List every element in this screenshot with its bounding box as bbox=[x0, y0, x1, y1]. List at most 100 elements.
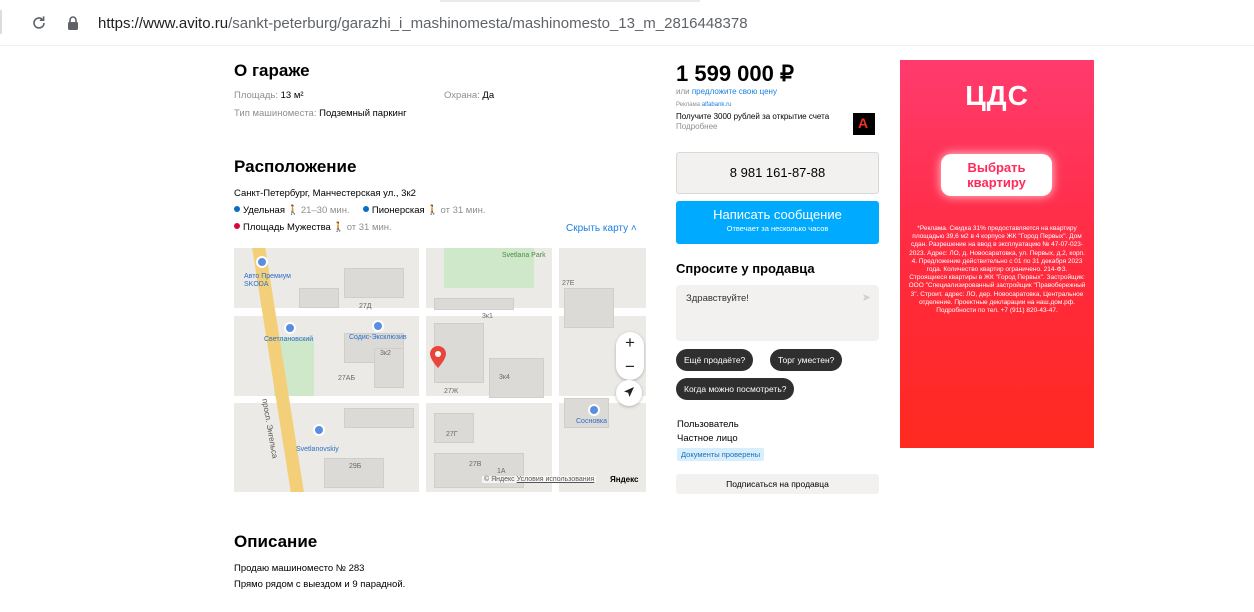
house-number: 27Г bbox=[446, 431, 458, 438]
banner-cta-button[interactable]: Выбрать квартиру bbox=[941, 154, 1052, 196]
road bbox=[419, 248, 426, 492]
zoom-in-button[interactable]: + bbox=[616, 332, 644, 356]
price: 1 599 000 ₽ bbox=[676, 61, 794, 86]
building bbox=[564, 288, 614, 328]
house-number: 27Е bbox=[562, 280, 575, 287]
metro-line-dot bbox=[362, 206, 369, 212]
area-label: Площадь: bbox=[234, 90, 278, 101]
yandex-logo: Яндекс bbox=[610, 475, 639, 484]
map-label-svetlanovskiy: Svetlanovskiy bbox=[296, 446, 339, 453]
location-title: Расположение bbox=[234, 157, 357, 176]
house-number: 3к2 bbox=[380, 350, 391, 357]
metro-line-dot bbox=[234, 206, 240, 212]
metro-line-dot bbox=[234, 223, 240, 229]
metro-time: от 31 мин. bbox=[346, 222, 392, 233]
subscribe-button[interactable]: Подписаться на продавца bbox=[676, 474, 879, 494]
building bbox=[489, 358, 544, 398]
store-poi-icon bbox=[588, 404, 600, 416]
quick-question-chip[interactable]: Когда можно посмотреть? bbox=[676, 378, 795, 400]
write-message-button[interactable]: Написать сообщение Отвечает за несколько… bbox=[676, 201, 879, 244]
road bbox=[552, 248, 559, 492]
store-poi-icon bbox=[372, 320, 384, 332]
terms-link[interactable]: Условия использования bbox=[517, 476, 595, 483]
map-label-sosnovka: Сосновка bbox=[576, 418, 608, 425]
walk-icon: 🚶 bbox=[332, 222, 345, 233]
location-pin-icon bbox=[430, 346, 446, 368]
house-number: 27В bbox=[469, 461, 482, 468]
zoom-control: + − bbox=[616, 332, 644, 380]
poi-icon bbox=[313, 424, 325, 436]
metro-row-1: Удельная 🚶 21–30 мин. Пионерская 🚶 от 31 мин… bbox=[234, 205, 486, 216]
geolocation-button[interactable] bbox=[616, 380, 642, 406]
area-row: Площадь: 13 м² bbox=[234, 90, 304, 101]
garage-title: О гараже bbox=[234, 61, 310, 80]
write-message-label: Написать сообщение bbox=[713, 207, 842, 222]
url-path: /sankt-peterburg/garazhi_i_mashinomesta/… bbox=[228, 15, 748, 32]
store-poi-icon bbox=[284, 322, 296, 334]
lock-icon[interactable] bbox=[66, 15, 80, 31]
write-message-sub: Отвечает за несколько часов bbox=[726, 224, 829, 233]
hide-map-link[interactable]: Скрыть карту ˄ bbox=[566, 223, 637, 234]
metro-name: Удельная bbox=[243, 205, 285, 216]
map[interactable]: Svetlana Park Авто Премиум SKODA Светлан… bbox=[234, 248, 646, 492]
toolbar-edge bbox=[0, 10, 2, 34]
metro-row-2: Площадь Мужества 🚶 от 31 мин. bbox=[234, 222, 392, 233]
chevron-up-icon: ˄ bbox=[630, 223, 637, 234]
map-label-svetl: Светлановский bbox=[264, 336, 314, 343]
metro-name: Пионерская bbox=[371, 205, 425, 216]
building bbox=[344, 268, 404, 298]
hide-map-label: Скрыть карту bbox=[566, 223, 629, 234]
copyright-text: © Яндекс bbox=[484, 476, 515, 483]
map-copyright: © Яндекс Условия использования bbox=[482, 476, 597, 483]
send-icon[interactable]: ➤ bbox=[862, 291, 871, 304]
area-value: 13 м² bbox=[280, 90, 304, 101]
browser-address-bar: https://www.avito.ru/sankt-peterburg/gar… bbox=[0, 0, 1254, 46]
type-row: Тип машиноместа: Подземный паркинг bbox=[234, 108, 407, 119]
seller-type: Частное лицо bbox=[677, 433, 738, 444]
security-value: Да bbox=[482, 90, 495, 101]
security-label: Охрана: bbox=[444, 90, 480, 101]
alfabank-logo: А bbox=[853, 113, 875, 135]
ad-domain[interactable]: alfabank.ru bbox=[702, 102, 732, 108]
propose-price-link[interactable]: предложите свою цену bbox=[692, 87, 777, 96]
metro-time: от 31 мин. bbox=[440, 205, 486, 216]
ask-message-field[interactable]: Здравствуйте! ➤ bbox=[676, 285, 879, 341]
map-label-auto: Авто Премиум SKODA bbox=[244, 273, 291, 288]
ad-label-row: Реклама alfabank.ru bbox=[676, 102, 731, 108]
security-row: Охрана: Да bbox=[444, 90, 494, 101]
reload-icon[interactable] bbox=[30, 14, 48, 32]
metro-name: Площадь Мужества bbox=[243, 222, 331, 233]
description-line-1: Продаю машиноместо № 283 bbox=[234, 563, 365, 574]
ad-text[interactable]: Получите 3000 рублей за открытие счета П… bbox=[676, 112, 846, 132]
banner-logo: ЦДС bbox=[965, 80, 1029, 111]
address: Санкт-Петербург, Манчестерская ул., 3к2 bbox=[234, 188, 416, 199]
zoom-out-button[interactable]: − bbox=[616, 356, 644, 380]
building bbox=[434, 298, 514, 310]
house-number: 3к4 bbox=[499, 374, 510, 381]
ad-more-link[interactable]: Подробнее bbox=[676, 122, 718, 131]
building bbox=[344, 408, 414, 428]
verified-badge: Документы проверены bbox=[677, 448, 765, 461]
house-number: 3к1 bbox=[482, 313, 493, 320]
house-number: 1А bbox=[497, 468, 506, 475]
map-label-sodis: Содис-Эксклюзив bbox=[349, 334, 407, 341]
description-line-2: Прямо рядом с выездом и 9 парадной. bbox=[234, 579, 406, 590]
ask-seller-title: Спросите у продавца bbox=[676, 261, 815, 276]
seller-name[interactable]: Пользователь bbox=[677, 419, 739, 430]
tab-strip-line bbox=[440, 0, 700, 2]
building bbox=[434, 413, 474, 443]
house-number: 27Ж bbox=[444, 388, 459, 395]
navigation-arrow-icon bbox=[624, 387, 634, 397]
type-value: Подземный паркинг bbox=[319, 108, 407, 119]
quick-question-chip[interactable]: Торг уместен? bbox=[770, 349, 843, 371]
ad-banner[interactable]: ЦДС Выбрать квартиру *Реклама. Скидка 31… bbox=[900, 60, 1094, 448]
banner-fine-print: *Реклама. Скидка 31% предоставляется на … bbox=[908, 225, 1086, 315]
url-field[interactable]: https://www.avito.ru/sankt-peterburg/gar… bbox=[98, 15, 748, 32]
map-label-park: Svetlana Park bbox=[502, 252, 546, 259]
propose-price-row: или предложите свою цену bbox=[676, 87, 777, 96]
url-domain: https://www.avito.ru bbox=[98, 15, 229, 32]
ad-text-body: Получите 3000 рублей за открытие счета bbox=[676, 112, 830, 121]
type-label: Тип машиноместа: bbox=[234, 108, 317, 119]
phone-button[interactable]: 8 981 161-87-88 bbox=[676, 152, 879, 194]
quick-question-chip[interactable]: Ещё продаёте? bbox=[676, 349, 754, 371]
